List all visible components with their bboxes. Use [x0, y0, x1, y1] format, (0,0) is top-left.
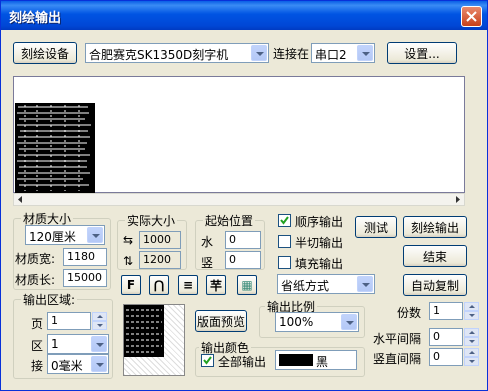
chevron-down-icon[interactable]: [91, 336, 107, 352]
color-swatch: [279, 354, 313, 366]
arch-tool-button[interactable]: ⋂: [149, 275, 169, 295]
material-width-label: 材质宽:: [15, 252, 56, 266]
plot-preview-canvas[interactable]: [13, 76, 465, 193]
window-title: 刻绘输出: [9, 11, 62, 26]
output-scale-value: 100%: [279, 315, 314, 329]
paper-saving-mode-select[interactable]: 省纸方式: [277, 274, 375, 294]
actual-width-value: 1000: [139, 231, 181, 249]
checkmark-icon: [203, 356, 212, 365]
vertical-gap-spinner[interactable]: [464, 348, 479, 366]
horizontal-gap-label: 水平间隔: [373, 332, 422, 346]
material-length-label: 材质长:: [15, 273, 56, 287]
chevron-down-icon[interactable]: [341, 314, 357, 330]
port-select[interactable]: 串口2: [311, 43, 375, 63]
sequential-output-label: 顺序输出: [295, 215, 344, 229]
material-width-input[interactable]: 1180: [63, 248, 107, 266]
scroll-left-icon[interactable]: [15, 194, 25, 205]
vertical-gap-input[interactable]: 0: [429, 348, 463, 366]
start-position-group-title: 起始位置: [203, 212, 256, 229]
page-label: 页: [31, 317, 44, 331]
all-output-checkbox[interactable]: [201, 354, 214, 367]
x-position-label: 水: [201, 235, 214, 249]
title-bar[interactable]: 刻绘输出: [1, 1, 487, 30]
scroll-right-icon[interactable]: [453, 194, 463, 205]
settings-button[interactable]: 设置...: [387, 42, 457, 64]
checkmark-icon: [280, 216, 289, 225]
page-input[interactable]: 1: [47, 312, 91, 330]
auto-copy-button[interactable]: 自动复制: [403, 274, 467, 296]
y-position-input[interactable]: 0: [225, 251, 261, 269]
actual-height-value: 1200: [139, 251, 181, 269]
close-icon: [466, 11, 477, 22]
copies-spinner[interactable]: [464, 302, 479, 320]
device-select[interactable]: 合肥赛克SK1350D刻字机: [85, 43, 269, 63]
actual-size-group-title: 实际大小: [125, 212, 178, 229]
output-scale-select[interactable]: 100%: [275, 312, 359, 332]
horizontal-gap-spinner[interactable]: [464, 328, 479, 346]
zone-select-value: 1: [51, 337, 59, 351]
connect-label: 连接在: [273, 47, 310, 61]
test-button[interactable]: 测试: [355, 216, 397, 238]
copies-input[interactable]: 1: [429, 302, 463, 320]
y-position-label: 竖: [201, 256, 214, 270]
zone-label: 区: [31, 339, 44, 353]
chevron-down-icon[interactable]: [357, 276, 373, 292]
align-tool-button[interactable]: ≡: [178, 275, 198, 295]
output-color-picker[interactable]: 黑: [275, 350, 357, 370]
chevron-down-icon[interactable]: [357, 45, 373, 61]
all-output-label: 全部输出: [218, 355, 267, 369]
page-spinner[interactable]: [92, 312, 107, 330]
chevron-down-icon[interactable]: [91, 356, 107, 372]
pattern-tool-button[interactable]: ▦: [237, 275, 257, 295]
paper-saving-mode-value: 省纸方式: [281, 279, 330, 293]
material-size-value: 120厘米: [29, 230, 76, 244]
horizontal-gap-input[interactable]: 0: [429, 328, 463, 346]
close-button[interactable]: [461, 6, 482, 27]
output-area-group-title: 输出区域:: [21, 291, 78, 308]
layout-preview-button[interactable]: 版面预览: [195, 310, 247, 332]
preview-horizontal-scrollbar[interactable]: [13, 193, 465, 206]
fill-output-label: 填充输出: [295, 257, 344, 271]
join-select-value: 0毫米: [51, 359, 83, 373]
plot-device-button[interactable]: 刻绘设备: [13, 42, 77, 64]
material-length-input[interactable]: 15000: [63, 269, 107, 287]
device-select-value: 合肥赛克SK1350D刻字机: [89, 48, 229, 62]
join-label: 接: [31, 359, 44, 373]
end-button[interactable]: 结束: [403, 245, 467, 267]
join-select[interactable]: 0毫米: [47, 354, 109, 374]
sequential-output-checkbox[interactable]: [278, 214, 291, 227]
material-size-select[interactable]: 120厘米: [25, 225, 105, 245]
fill-output-checkbox[interactable]: [278, 256, 291, 269]
char-tool-button[interactable]: 芉: [206, 275, 226, 295]
color-name: 黑: [316, 355, 329, 369]
port-select-value: 串口2: [315, 48, 347, 62]
plot-output-button[interactable]: 刻绘输出: [403, 216, 467, 238]
x-position-input[interactable]: 0: [225, 231, 261, 249]
plot-output-dialog: 刻绘输出 刻绘设备 合肥赛克SK1350D刻字机 连接在 串口2 设置... 材: [0, 0, 488, 391]
height-arrows-icon: ⇅: [123, 254, 134, 268]
chevron-down-icon[interactable]: [87, 227, 103, 243]
engraving-preview-image: [15, 103, 95, 193]
half-cut-output-label: 半切输出: [295, 236, 344, 250]
thumbnail-preview-image: [124, 305, 164, 357]
chevron-down-icon[interactable]: [251, 45, 267, 61]
text-tool-button[interactable]: F: [121, 275, 141, 295]
width-arrows-icon: ⇆: [123, 233, 134, 247]
vertical-gap-label: 竖直间隔: [373, 352, 422, 366]
half-cut-output-checkbox[interactable]: [278, 235, 291, 248]
zone-select[interactable]: 1: [47, 334, 109, 354]
copies-label: 份数: [397, 306, 422, 320]
layout-thumbnail: [123, 304, 185, 376]
